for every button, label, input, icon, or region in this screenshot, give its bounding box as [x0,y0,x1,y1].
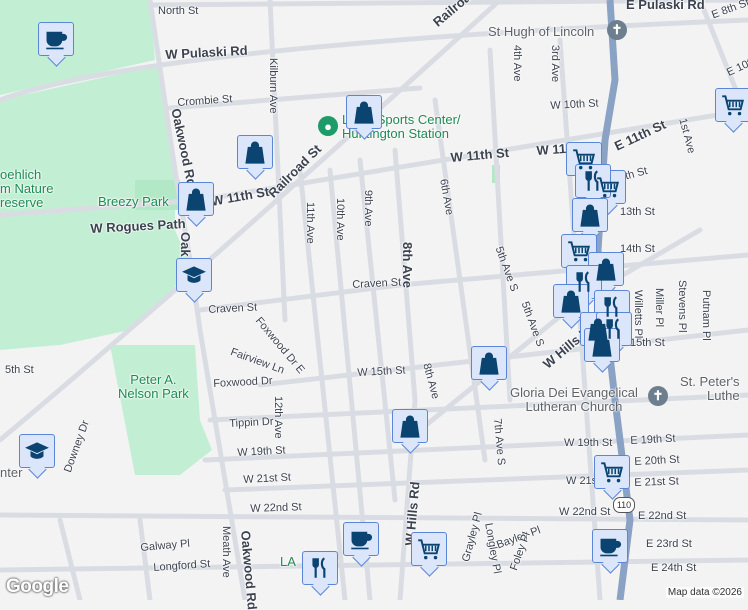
shopping-bag-icon [476,350,502,376]
place-label-breezy-park[interactable]: Breezy Park [98,195,169,209]
street-label: 8th Ave [400,242,415,288]
place-label-st-hugh[interactable]: St Hugh of Lincoln [488,25,594,39]
route-110-shield: 110 [613,497,635,513]
street-label: 10th Ave [334,198,346,241]
shopping-bag-icon [242,139,268,165]
cafe-marker[interactable] [592,529,628,563]
place-label-preserve[interactable]: oehlich m Nature reserve [0,168,53,210]
shopping-bag-icon [397,413,423,439]
restaurant-marker[interactable] [575,164,611,198]
shopping-bag-icon [558,288,584,314]
street-label: 14th St [620,243,655,255]
street-label: W 21s [566,475,598,487]
graduation-cap-icon [181,262,207,288]
street-label: E 20th St [634,453,680,468]
street-label: E 21st St [634,475,680,489]
street-label: Craven St [352,276,402,291]
street-label: W 19th St [237,444,286,459]
street-label: Putnam Pl [700,290,712,341]
street-label: E 24th St [651,562,697,574]
school-marker[interactable] [19,434,55,468]
street-label: W 15th St [357,364,406,379]
street-label: 15th St [630,337,665,349]
shopping-marker[interactable] [237,135,273,169]
street-label: 5th St [5,364,34,376]
coffee-cup-icon [43,26,69,52]
shopping-marker[interactable] [178,182,214,216]
grocery-marker[interactable] [594,455,630,489]
street-label: 4th Ave [511,45,523,82]
cafe-marker[interactable] [38,22,74,56]
coffee-cup-icon [348,526,374,552]
place-label-center[interactable]: nter [0,466,22,480]
coffee-cup-icon [597,533,623,559]
street-label: W 11 [536,140,567,158]
street-label: W 22nd St [559,506,611,518]
place-label-la[interactable]: LA [280,555,296,569]
grocery-marker[interactable] [561,234,597,268]
street-label: W 22nd St [250,501,302,515]
street-label: Oak [178,232,193,257]
shopping-marker[interactable] [553,284,589,318]
shopping-cart-icon [599,459,625,485]
street-label: Meath Ave [220,526,232,578]
shopping-marker[interactable] [471,346,507,380]
school-marker[interactable] [176,258,212,292]
place-label-gloria-dei[interactable]: Gloria Dei Evangelical Lutheran Church [510,386,638,414]
shopping-bag-icon [351,99,377,125]
place-pin-icon[interactable]: ● [318,116,338,136]
street-label: 13th St [620,206,655,218]
google-logo[interactable]: Google [6,576,69,598]
fork-knife-icon [580,168,606,194]
shopping-cart-icon [566,238,592,264]
street-label: 12th Ave [272,396,284,439]
place-label-st-peters[interactable]: St. Peter's Luthe [680,375,740,403]
shopping-bag-icon [589,332,615,358]
street-label: 11th Ave [304,202,316,244]
place-label-nelson-park[interactable]: Peter A. Nelson Park [118,373,189,401]
nelson-park-area [110,345,212,475]
shopping-bag-icon [577,202,603,228]
graduation-cap-icon [24,438,50,464]
street-label: W 10th St [550,97,599,112]
street-label: Craven St [208,301,258,316]
church-icon[interactable]: ✝ [648,386,668,406]
shopping-marker[interactable] [392,409,428,443]
shopping-cart-icon [416,536,442,562]
map-attribution[interactable]: Map data ©2026 [665,587,744,598]
grocery-marker[interactable] [411,532,447,566]
street-label: E 22nd St [638,510,687,522]
street-label: 3rd Ave [549,45,561,83]
street-label: E 19th St [630,432,676,447]
street-label: Stevens Pl [676,280,688,333]
street-label: Tippin Dr [229,415,274,430]
street-label: Willetts Pl [632,290,644,339]
shopping-marker[interactable] [346,95,382,129]
street-label: 9th Ave [362,190,374,227]
fork-knife-icon [307,555,333,581]
street-label: E 23rd St [646,538,692,550]
street-label: Kilburn Ave [267,58,279,114]
street-label: W 19th St [564,437,613,449]
grocery-marker[interactable] [715,88,748,122]
shopping-cart-icon [720,92,746,118]
shopping-marker[interactable] [572,198,608,232]
street-label: W 21st St [243,471,292,486]
restaurant-marker[interactable] [302,551,338,585]
shopping-marker[interactable] [584,328,620,362]
street-label: Miller Pl [653,288,665,328]
street-label: North St [158,5,199,17]
cafe-marker[interactable] [343,522,379,556]
shopping-bag-icon [183,186,209,212]
street-label: E Pulaski Rd [626,0,705,12]
church-icon[interactable]: ✝ [607,20,627,40]
